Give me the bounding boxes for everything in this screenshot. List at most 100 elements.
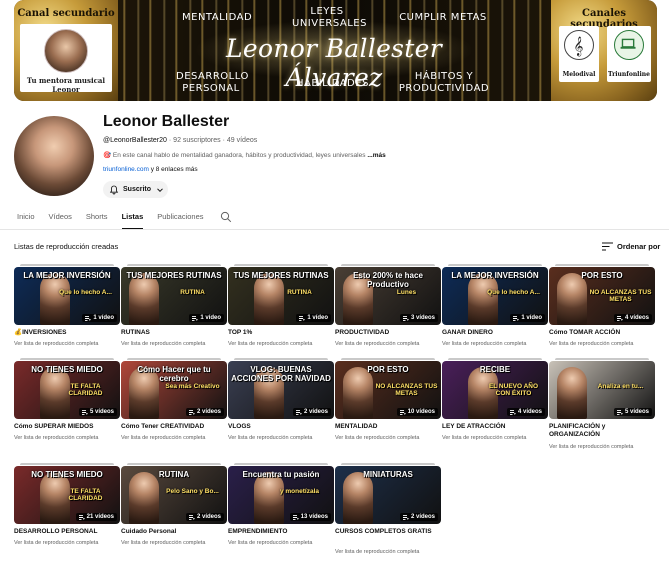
thumbnail-subcaption: NO ALCANZAS TUS METAS xyxy=(589,289,652,303)
thumbnail-person-image xyxy=(129,273,159,325)
playlist-thumbnail[interactable]: VLOG: BUENAS ACCIONES POR NAVIDAD 2 vídeo… xyxy=(228,361,334,419)
playlist-thumbnail[interactable]: NO TIENES MIEDO TE FALTA CLARIDAD 21 vídeo… xyxy=(14,466,120,524)
playlist-thumbnail[interactable]: MINIATURAS 2 vídeos xyxy=(335,466,441,524)
playlist-title[interactable]: TOP 1% xyxy=(228,329,334,337)
target-emoji-icon: 🎯 xyxy=(103,152,112,159)
banner-word-cumplir: CUMPLIR METAS xyxy=(399,12,487,23)
tab-videos[interactable]: Vídeos xyxy=(49,210,72,230)
playlist-icon xyxy=(299,315,306,321)
channel-avatar[interactable] xyxy=(14,116,94,196)
channel-external-link[interactable]: triunfonline.com xyxy=(103,166,149,173)
section-title: Listas de reproducción creadas xyxy=(14,242,119,251)
playlist-title[interactable]: Cómo TOMAR ACCIÓN xyxy=(549,329,655,337)
playlist-thumbnail[interactable]: POR ESTO NO ALCANZAS TUS METAS 10 vídeos xyxy=(335,361,441,419)
playlist-title[interactable]: PLANIFICACIÓN y ORGANIZACIÓN xyxy=(549,423,655,439)
video-count-badge: 2 vídeos xyxy=(185,408,224,416)
banner-left-logo-caption: Tu mentora musical Leonor xyxy=(26,76,106,94)
thumbnail-caption: POR ESTO xyxy=(581,271,623,280)
view-full-playlist-link[interactable]: Ver lista de reproducción completa xyxy=(549,341,633,347)
playlist-icon xyxy=(616,315,623,321)
view-full-playlist-link[interactable]: Ver lista de reproducción completa xyxy=(549,444,633,450)
thumbnail-subcaption: EL NUEVO AÑO CON ÉXITO xyxy=(488,383,539,397)
playlist-title[interactable]: Cómo Tener CREATIVIDAD xyxy=(121,423,227,431)
playlist-title[interactable]: Cuidado Personal xyxy=(121,528,227,536)
view-full-playlist-link[interactable]: Ver lista de reproducción completa xyxy=(121,341,205,347)
view-full-playlist-link[interactable]: Ver lista de reproducción completa xyxy=(228,435,312,441)
tab-inicio[interactable]: Inicio xyxy=(17,210,35,230)
view-full-playlist-link[interactable]: Ver lista de reproducción completa xyxy=(335,341,419,347)
video-count-label: 4 vídeos xyxy=(517,409,542,415)
playlist-thumbnail[interactable]: Cómo Hacer que tu cerebro Sea más Creativ… xyxy=(121,361,227,419)
thumbnail-caption: RECIBE xyxy=(479,365,511,374)
playlist-title[interactable]: DESARROLLO PERSONAL xyxy=(14,528,120,536)
video-count-badge: 2 vídeos xyxy=(185,513,224,521)
playlist-title[interactable]: VLOGS xyxy=(228,423,334,431)
view-full-playlist-link[interactable]: Ver lista de reproducción completa xyxy=(14,341,98,347)
thumbnail-subcaption: Que lo hecho A... xyxy=(487,289,540,296)
playlist-thumbnail[interactable]: NO TIENES MIEDO TE FALTA CLARIDAD 5 vídeos xyxy=(14,361,120,419)
playlist-thumbnail[interactable]: RECIBE EL NUEVO AÑO CON ÉXITO 4 vídeos xyxy=(442,361,548,419)
chevron-down-icon xyxy=(157,187,163,192)
video-count-badge: 1 vídeo xyxy=(510,314,545,322)
view-full-playlist-link[interactable]: Ver lista de reproducción completa xyxy=(442,341,526,347)
subscribed-button[interactable]: Suscrito xyxy=(103,181,168,198)
view-full-playlist-link[interactable]: Ver lista de reproducción completa xyxy=(121,540,205,546)
thumbnail-caption: Esto 200% te hace Productivo xyxy=(353,271,423,289)
playlist-title[interactable]: CURSOS COMPLETOS GRATIS xyxy=(335,528,441,536)
playlist-title[interactable]: Cómo SUPERAR MIEDOS xyxy=(14,423,120,431)
playlist-thumbnail[interactable]: LA MEJOR INVERSIÓN Que lo hecho A... 1 víd… xyxy=(14,267,120,325)
tab-publicaciones[interactable]: Publicaciones xyxy=(157,210,203,230)
sort-button[interactable]: Ordenar por xyxy=(602,242,660,251)
playlist-icon xyxy=(192,315,199,321)
video-count-label: 1 vídeo xyxy=(307,315,328,321)
video-count-label: 1 vídeo xyxy=(521,315,542,321)
view-full-playlist-link[interactable]: Ver lista de reproducción completa xyxy=(335,435,419,441)
view-full-playlist-link[interactable]: Ver lista de reproducción completa xyxy=(14,435,98,441)
playlist-title[interactable]: GANAR DINERO xyxy=(442,329,548,337)
tabs-divider xyxy=(0,229,669,230)
playlist-title[interactable]: 💰INVERSIONES xyxy=(14,329,120,337)
playlist-thumbnail[interactable]: POR ESTO NO ALCANZAS TUS METAS 4 vídeos xyxy=(549,267,655,325)
video-count-label: 2 vídeos xyxy=(196,514,221,520)
thumbnail-caption: LA MEJOR INVERSIÓN xyxy=(23,271,111,280)
view-full-playlist-link[interactable]: Ver lista de reproducción completa xyxy=(14,540,98,546)
thumbnail-subcaption: y monetízala xyxy=(279,488,319,495)
channel-description[interactable]: 🎯 En este canal hablo de mentalidad gana… xyxy=(103,151,386,159)
view-full-playlist-link[interactable]: Ver lista de reproducción completa xyxy=(335,549,419,555)
playlist-thumbnail[interactable]: TUS MEJORES RUTINAS RUTINA 1 vídeo xyxy=(228,267,334,325)
tab-shorts[interactable]: Shorts xyxy=(86,210,108,230)
playlist-thumbnail[interactable]: Esto 200% te hace Productivo Lunes 3 vídeo… xyxy=(335,267,441,325)
playlist-thumbnail[interactable]: TUS MEJORES RUTINAS RUTINA 1 vídeo xyxy=(121,267,227,325)
description-more-link[interactable]: ...más xyxy=(367,152,385,159)
video-count-badge: 1 vídeo xyxy=(296,314,331,322)
playlist-title[interactable]: PRODUCTIVIDAD xyxy=(335,329,441,337)
playlist-title[interactable]: RUTINAS xyxy=(121,329,227,337)
playlist-icon xyxy=(81,409,88,415)
playlist-thumbnail[interactable]: RUTINA Pelo Sano y Bo... 2 vídeos xyxy=(121,466,227,524)
playlist-title[interactable]: LEY DE ATRACCIÓN xyxy=(442,423,548,431)
playlist-title[interactable]: EMPRENDIMIENTO xyxy=(228,528,334,536)
thumbnail-person-image xyxy=(254,472,284,524)
thumbnail-person-image xyxy=(254,273,284,325)
playlist-icon xyxy=(513,315,520,321)
video-count-badge: 21 vídeos xyxy=(75,513,117,521)
more-links-button[interactable]: y 8 enlaces más xyxy=(151,166,198,173)
view-full-playlist-link[interactable]: Ver lista de reproducción completa xyxy=(228,540,312,546)
view-full-playlist-link[interactable]: Ver lista de reproducción completa xyxy=(121,435,205,441)
thumbnail-subcaption: Lunes xyxy=(396,289,417,296)
thumbnail-person-image xyxy=(343,367,373,419)
playlist-title[interactable]: MENTALIDAD xyxy=(335,423,441,431)
tab-listas[interactable]: Listas xyxy=(121,210,143,230)
video-count-label: 13 vídeos xyxy=(300,514,328,520)
search-icon[interactable] xyxy=(220,211,232,223)
thumbnail-subcaption: RUTINA xyxy=(287,289,312,296)
banner-word-habitos: HÁBITOS Y PRODUCTIVIDAD xyxy=(398,71,490,94)
playlist-icon xyxy=(509,409,516,415)
playlist-thumbnail[interactable]: LA MEJOR INVERSIÓN Que lo hecho A... 1 víd… xyxy=(442,267,548,325)
view-full-playlist-link[interactable]: Ver lista de reproducción completa xyxy=(442,435,526,441)
view-full-playlist-link[interactable]: Ver lista de reproducción completa xyxy=(228,341,312,347)
playlist-thumbnail[interactable]: Encuentra tu pasión y monetízala 13 vídeos xyxy=(228,466,334,524)
playlist-thumbnail[interactable]: Analiza en tu... 5 vídeos xyxy=(549,361,655,419)
video-count-badge: 1 vídeo xyxy=(82,314,117,322)
video-count-badge: 13 vídeos xyxy=(289,513,331,521)
